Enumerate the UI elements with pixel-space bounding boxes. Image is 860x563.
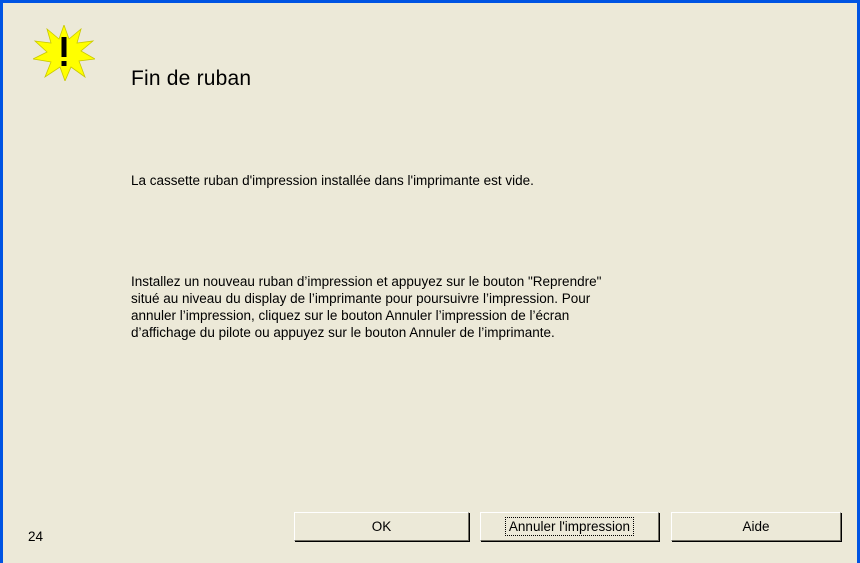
primary-message: La cassette ruban d'impression installée… [131,173,534,188]
help-button-label: Aide [742,519,770,534]
warning-icon [33,25,95,81]
dialog-title: Fin de ruban [131,67,252,90]
cancel-print-button-label: Annuler l'impression [504,517,635,536]
ok-button[interactable]: OK [294,512,469,541]
dialog-window: Fin de ruban La cassette ruban d'impress… [0,0,860,563]
secondary-message: Installez un nouveau ruban d’impression … [131,274,602,340]
cancel-print-button[interactable]: Annuler l'impression [480,512,659,541]
help-button[interactable]: Aide [671,512,841,541]
ok-button-label: OK [371,519,392,534]
countdown-counter: 24 [28,529,44,544]
